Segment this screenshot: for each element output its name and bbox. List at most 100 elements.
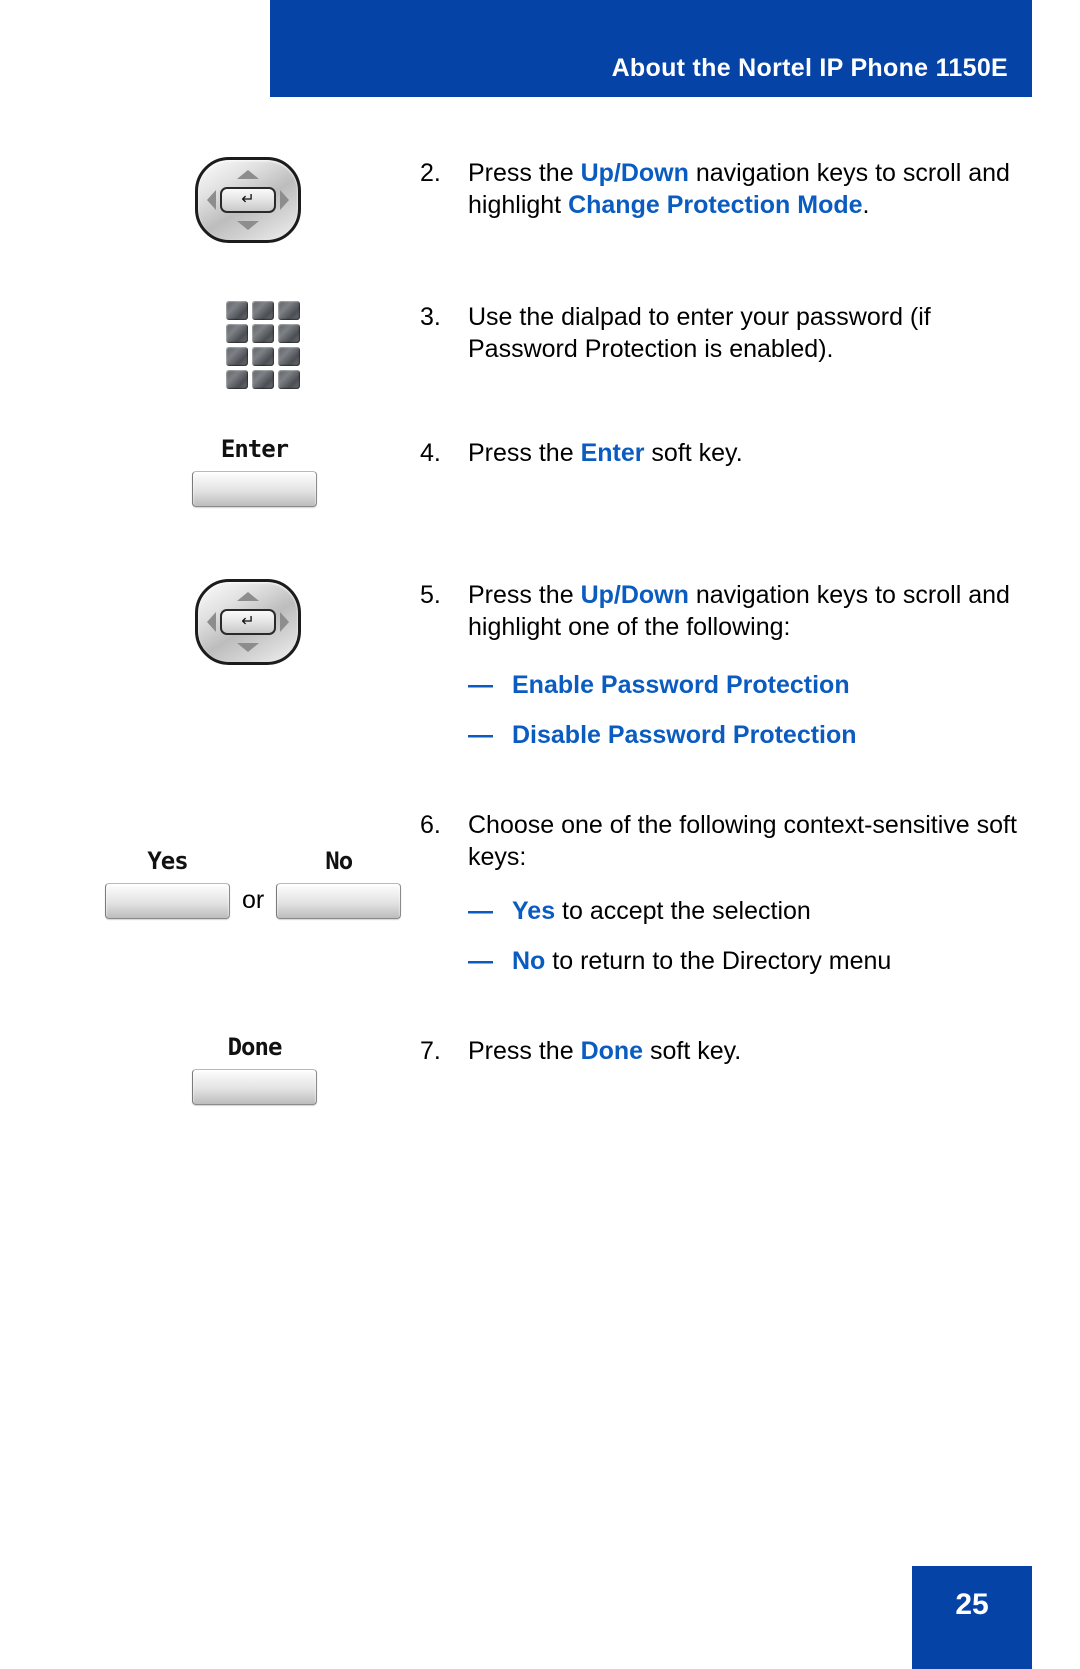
- step-3-text: Use the dialpad to enter your password (…: [468, 303, 931, 363]
- step-5-text-column: 5. Press the Up/Down navigation keys to …: [420, 579, 1080, 751]
- page-number-box: 25: [912, 1566, 1032, 1669]
- step-2-text-part-4: Change Protection Mode: [568, 191, 863, 219]
- yes-soft-key-button[interactable]: [105, 883, 230, 919]
- step-6: Yes or No 6. Choose one of the following…: [0, 809, 1080, 977]
- step-4: Enter 4. Press the Enter soft key.: [0, 437, 1080, 507]
- dialpad-key: [226, 301, 248, 320]
- dialpad-key: [278, 324, 300, 343]
- step-6-sub-item-2-text: No to return to the Directory menu: [512, 945, 1020, 977]
- nav-down-arrow-icon: [237, 221, 259, 230]
- enter-soft-key-button[interactable]: [192, 471, 317, 507]
- dialpad-key: [252, 370, 274, 389]
- nav-up-arrow-icon: [237, 592, 259, 601]
- step-7-icon-column: Done: [0, 1035, 420, 1105]
- yes-option-rest: to accept the selection: [555, 897, 811, 925]
- step-6-sub-item-2: — No to return to the Directory menu: [468, 945, 1020, 977]
- yes-soft-key-label: Yes: [147, 847, 188, 875]
- step-4-text: Press the Enter soft key.: [468, 437, 1020, 469]
- step-6-number: 6.: [420, 811, 441, 839]
- step-7-text-part-1: Press the: [468, 1037, 581, 1065]
- step-7: Done 7. Press the Done soft key.: [0, 1035, 1080, 1105]
- dialpad-key: [278, 301, 300, 320]
- step-4-text-column: 4. Press the Enter soft key.: [420, 437, 1080, 469]
- step-6-sub-item-1-text: Yes to accept the selection: [512, 895, 1020, 927]
- step-3-icon-column: [0, 301, 420, 389]
- dialpad-key: [252, 347, 274, 366]
- done-soft-key-label: Done: [227, 1033, 283, 1061]
- list-dash: —: [468, 721, 493, 749]
- step-5-text: Press the Up/Down navigation keys to scr…: [468, 579, 1020, 643]
- step-4-icon-column: Enter: [0, 437, 420, 507]
- step-4-text-part-2: Enter: [580, 439, 645, 467]
- step-7-text: Press the Done soft key.: [468, 1035, 1020, 1067]
- step-2-text-part-1: Press the: [468, 159, 581, 187]
- no-option-label: No: [512, 947, 546, 975]
- list-dash: —: [468, 671, 493, 699]
- done-soft-key-icon[interactable]: Done: [192, 1035, 317, 1105]
- step-4-text-part-3: soft key.: [644, 439, 743, 467]
- step-7-number: 7.: [420, 1037, 441, 1065]
- step-5-icon-column: ↵: [0, 579, 420, 665]
- dialpad-key: [278, 370, 300, 389]
- step-2-text-part-5: .: [862, 191, 870, 219]
- page-number: 25: [955, 1588, 989, 1621]
- dialpad-key: [252, 324, 274, 343]
- enable-password-protection-label: Enable Password Protection: [512, 671, 850, 699]
- nav-enter-key-icon: ↵: [220, 609, 276, 635]
- nav-left-arrow-icon: [207, 190, 216, 210]
- yes-no-soft-key-pair: Yes or No: [105, 849, 420, 919]
- nav-right-arrow-icon: [280, 190, 289, 210]
- nav-left-arrow-icon: [207, 612, 216, 632]
- dialpad-icon: [226, 301, 300, 389]
- step-5-text-part-1: Press the: [468, 581, 581, 609]
- step-2-icon-column: ↵: [0, 157, 420, 243]
- nav-down-arrow-icon: [237, 643, 259, 652]
- page-header-bar: About the Nortel IP Phone 1150E: [270, 0, 1032, 97]
- yes-option-label: Yes: [512, 897, 556, 925]
- step-5-number: 5.: [420, 581, 441, 609]
- dialpad-key: [278, 347, 300, 366]
- done-soft-key-button[interactable]: [192, 1069, 317, 1105]
- step-4-text-part-1: Press the: [468, 439, 581, 467]
- step-7-text-column: 7. Press the Done soft key.: [420, 1035, 1080, 1067]
- step-5-text-part-2: Up/Down: [580, 581, 689, 609]
- enter-soft-key-label: Enter: [220, 435, 289, 463]
- step-6-text: Choose one of the following context-sens…: [468, 811, 1017, 871]
- no-soft-key-button[interactable]: [276, 883, 402, 919]
- step-4-number: 4.: [420, 439, 441, 467]
- step-5-sub-item-2-text: Disable Password Protection: [512, 719, 1020, 751]
- nav-right-arrow-icon: [280, 612, 289, 632]
- nav-up-arrow-icon: [237, 170, 259, 179]
- step-3-number: 3.: [420, 303, 441, 331]
- navigation-cluster-icon: ↵: [195, 579, 301, 665]
- list-dash: —: [468, 897, 493, 925]
- step-2-text-column: 2. Press the Up/Down navigation keys to …: [420, 157, 1080, 221]
- list-dash: —: [468, 947, 493, 975]
- step-3-text-column: 3. Use the dialpad to enter your passwor…: [420, 301, 1080, 365]
- no-soft-key-icon[interactable]: No: [276, 847, 402, 919]
- disable-password-protection-label: Disable Password Protection: [512, 721, 857, 749]
- no-soft-key-label: No: [325, 847, 353, 875]
- step-2-text: Press the Up/Down navigation keys to scr…: [468, 157, 1020, 221]
- enter-soft-key-icon[interactable]: Enter: [192, 437, 317, 507]
- step-5-sub-item-2: — Disable Password Protection: [468, 719, 1020, 751]
- navigation-cluster-icon: ↵: [195, 157, 301, 243]
- page-title: About the Nortel IP Phone 1150E: [611, 54, 1008, 82]
- step-6-sub-item-1: — Yes to accept the selection: [468, 895, 1020, 927]
- dialpad-key: [226, 370, 248, 389]
- step-6-text-column: 6. Choose one of the following context-s…: [420, 809, 1080, 977]
- yes-soft-key-icon[interactable]: Yes: [105, 849, 230, 919]
- dialpad-key: [226, 347, 248, 366]
- dialpad-key: [226, 324, 248, 343]
- step-2-number: 2.: [420, 159, 441, 187]
- step-2-text-part-2: Up/Down: [580, 159, 689, 187]
- page-content: ↵ 2. Press the Up/Down navigation keys t…: [0, 97, 1080, 1105]
- step-5: ↵ 5. Press the Up/Down navigation keys t…: [0, 579, 1080, 751]
- dialpad-key: [252, 301, 274, 320]
- step-5-sub-item-1-text: Enable Password Protection: [512, 669, 1020, 701]
- step-2: ↵ 2. Press the Up/Down navigation keys t…: [0, 157, 1080, 243]
- step-6-icon-column: Yes or No: [0, 809, 420, 919]
- step-7-text-part-3: soft key.: [643, 1037, 742, 1065]
- or-separator-text: or: [242, 886, 265, 914]
- nav-enter-key-icon: ↵: [220, 187, 276, 213]
